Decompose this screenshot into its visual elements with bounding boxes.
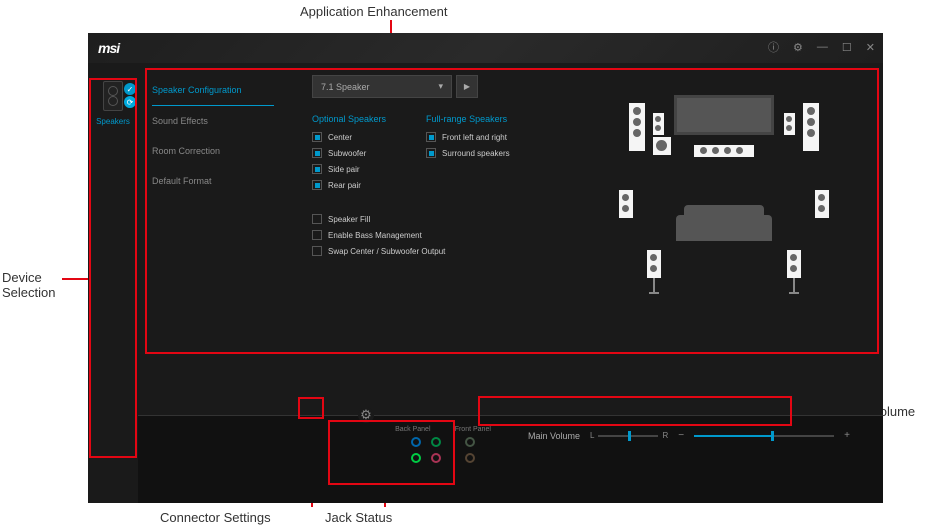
jack-back-1[interactable] — [411, 437, 421, 447]
nav-default-format[interactable]: Default Format — [152, 166, 274, 196]
jack-front-2[interactable] — [465, 453, 475, 463]
diagram-side-right — [815, 190, 829, 218]
jack-back-2[interactable] — [431, 437, 441, 447]
diagram-small-left — [653, 113, 664, 135]
nav-sound-effects[interactable]: Sound Effects — [152, 106, 274, 136]
jack-front-1[interactable] — [465, 437, 475, 447]
optional-speakers-header: Optional Speakers — [312, 114, 386, 124]
volume-minus[interactable]: − — [678, 430, 684, 441]
volume-slider[interactable] — [694, 435, 834, 437]
annotation-app-enhancement: Application Enhancement — [300, 4, 447, 19]
annotation-line — [62, 278, 88, 280]
checkbox-surround[interactable]: Surround speakers — [426, 148, 510, 158]
test-play-button[interactable]: ▶ — [456, 75, 478, 98]
connector-settings-button[interactable]: ⚙ — [358, 407, 374, 423]
checkbox-swap-center-sub[interactable]: Swap Center / Subwoofer Output — [312, 246, 562, 256]
annotation-device-selection: Device Selection — [2, 270, 55, 300]
brand-logo: msi — [98, 40, 119, 56]
volume-label: Main Volume — [528, 431, 580, 441]
checkbox-center[interactable]: Center — [312, 132, 386, 142]
diagram-small-right — [784, 113, 795, 135]
fullrange-speakers-header: Full-range Speakers — [426, 114, 510, 124]
device-check-icon: ⟳ — [124, 96, 136, 108]
balance-left-label: L — [590, 431, 594, 440]
speaker-device-icon — [103, 81, 123, 111]
balance-right-label: R — [662, 431, 668, 440]
speaker-layout-diagram — [562, 75, 869, 407]
diagram-side-left — [619, 190, 633, 218]
bottom-panel: ⚙ Back Panel Front Panel — [138, 415, 883, 503]
close-icon[interactable]: ✕ — [866, 41, 875, 54]
diagram-front-left — [629, 103, 645, 151]
back-panel-label: Back Panel — [395, 426, 430, 433]
checkbox-bass-management[interactable]: Enable Bass Management — [312, 230, 562, 240]
info-icon[interactable]: ⓘ — [768, 39, 779, 55]
device-label: Speakers — [96, 117, 130, 126]
minimize-icon[interactable]: — — [817, 41, 828, 53]
app-window: msi ⓘ ⚙ — ☐ ✕ Speakers ✓ ⟳ Speaker Confi… — [88, 33, 883, 503]
chevron-down-icon: ▾ — [438, 81, 443, 92]
checkbox-speaker-fill[interactable]: Speaker Fill — [312, 214, 562, 224]
checkbox-rear-pair[interactable]: Rear pair — [312, 180, 386, 190]
diagram-subwoofer — [653, 137, 671, 155]
nav-speaker-configuration[interactable]: Speaker Configuration — [152, 75, 274, 106]
device-check-icon: ✓ — [124, 83, 136, 95]
jack-status-panel: Back Panel Front Panel — [383, 426, 503, 463]
front-panel-label: Front Panel — [455, 426, 491, 433]
settings-nav: Speaker Configuration Sound Effects Room… — [152, 75, 282, 407]
diagram-front-right — [803, 103, 819, 151]
nav-room-correction[interactable]: Room Correction — [152, 136, 274, 166]
diagram-rear-right — [787, 250, 801, 278]
checkbox-subwoofer[interactable]: Subwoofer — [312, 148, 386, 158]
settings-icon[interactable]: ⚙ — [793, 41, 803, 54]
diagram-sofa — [684, 205, 764, 241]
device-sidebar: Speakers ✓ ⟳ — [88, 63, 138, 503]
volume-plus[interactable]: + — [844, 430, 850, 441]
annotation-connector-settings: Connector Settings — [160, 510, 271, 525]
diagram-tv — [674, 95, 774, 135]
titlebar: msi ⓘ ⚙ — ☐ ✕ — [88, 33, 883, 63]
checkbox-side-pair[interactable]: Side pair — [312, 164, 386, 174]
diagram-center-speaker — [694, 145, 754, 157]
jack-back-4[interactable] — [431, 453, 441, 463]
main-volume-panel: Main Volume L R − + — [528, 430, 850, 441]
checkbox-front-lr[interactable]: Front left and right — [426, 132, 510, 142]
annotation-jack-status: Jack Status — [325, 510, 392, 525]
maximize-icon[interactable]: ☐ — [842, 41, 852, 54]
jack-back-3[interactable] — [411, 453, 421, 463]
diagram-rear-left — [647, 250, 661, 278]
balance-slider[interactable] — [598, 435, 658, 437]
speaker-config-dropdown[interactable]: 7.1 Speaker ▾ — [312, 75, 452, 98]
dropdown-value: 7.1 Speaker — [321, 82, 370, 92]
